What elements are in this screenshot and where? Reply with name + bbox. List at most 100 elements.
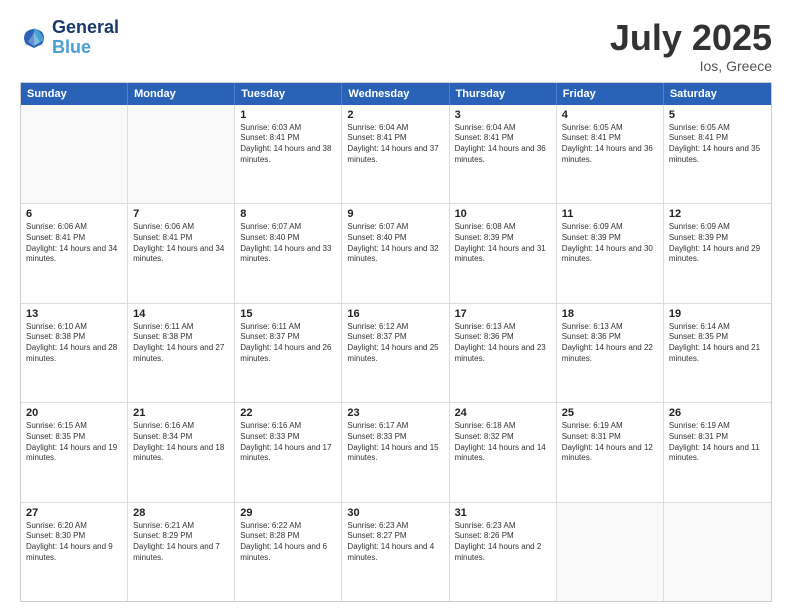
day-7: 7 Sunrise: 6:06 AMSunset: 8:41 PMDaylight… (128, 204, 235, 302)
day-25: 25 Sunrise: 6:19 AMSunset: 8:31 PMDayligh… (557, 403, 664, 501)
day-17: 17Sunrise: 6:13 AMSunset: 8:36 PMDayligh… (450, 304, 557, 402)
day-info-23: Sunrise: 6:17 AMSunset: 8:33 PMDaylight:… (347, 421, 443, 464)
day-26: 26 Sunrise: 6:19 AMSunset: 8:31 PMDayligh… (664, 403, 771, 501)
empty-cell-0-1 (128, 105, 235, 203)
day-number-18: 18 (562, 308, 658, 320)
logo-text: GeneralBlue (52, 18, 119, 58)
page-header: GeneralBlue July 2025 Ios, Greece (20, 18, 772, 74)
day-number-29: 29 (240, 507, 336, 519)
day-18: 18 Sunrise: 6:13 AMSunset: 8:36 PMDayligh… (557, 304, 664, 402)
day-number-17: 17 (455, 308, 551, 320)
day-info-13: Sunrise: 6:10 AMSunset: 8:38 PMDaylight:… (26, 322, 122, 365)
day-info-12: Sunrise: 6:09 AMSunset: 8:39 PMDaylight:… (669, 222, 766, 265)
day-info-22: Sunrise: 6:16 AMSunset: 8:33 PMDaylight:… (240, 421, 336, 464)
day-19: 19 Sunrise: 6:14 AMSunset: 8:35 PMDayligh… (664, 304, 771, 402)
header-thursday: Thursday (450, 83, 557, 105)
week-row-1: 1 Sunrise: 6:03 AMSunset: 8:41 PMDaylight… (21, 105, 771, 204)
day-info-5: Sunrise: 6:05 AMSunset: 8:41 PMDaylight:… (669, 123, 766, 166)
day-number-1: 1 (240, 109, 336, 121)
day-number-12: 12 (669, 208, 766, 220)
day-21: 21 Sunrise: 6:16 AMSunset: 8:34 PMDayligh… (128, 403, 235, 501)
day-number-19: 19 (669, 308, 766, 320)
week-row-4: 20 Sunrise: 6:15 AMSunset: 8:35 PMDayligh… (21, 403, 771, 502)
day-info-1: Sunrise: 6:03 AMSunset: 8:41 PMDaylight:… (240, 123, 336, 166)
day-13: 13 Sunrise: 6:10 AMSunset: 8:38 PMDayligh… (21, 304, 128, 402)
day-16: 16Sunrise: 6:12 AMSunset: 8:37 PMDayligh… (342, 304, 449, 402)
day-info-28: Sunrise: 6:21 AMSunset: 8:29 PMDaylight:… (133, 521, 229, 564)
day-number-9: 9 (347, 208, 443, 220)
day-info-10: Sunrise: 6:08 AMSunset: 8:39 PMDaylight:… (455, 222, 551, 265)
day-info-4: Sunrise: 6:05 AMSunset: 8:41 PMDaylight:… (562, 123, 658, 166)
calendar-header: Sunday Monday Tuesday Wednesday Thursday… (21, 83, 771, 105)
day-number-5: 5 (669, 109, 766, 121)
header-saturday: Saturday (664, 83, 771, 105)
day-number-13: 13 (26, 308, 122, 320)
title-block: July 2025 Ios, Greece (610, 18, 772, 74)
day-11: 11 Sunrise: 6:09 AMSunset: 8:39 PMDayligh… (557, 204, 664, 302)
day-info-7: Sunrise: 6:06 AMSunset: 8:41 PMDaylight:… (133, 222, 229, 265)
day-info-20: Sunrise: 6:15 AMSunset: 8:35 PMDaylight:… (26, 421, 122, 464)
day-info-14: Sunrise: 6:11 AMSunset: 8:38 PMDaylight:… (133, 322, 229, 365)
week-row-3: 13 Sunrise: 6:10 AMSunset: 8:38 PMDayligh… (21, 304, 771, 403)
day-20: 20 Sunrise: 6:15 AMSunset: 8:35 PMDayligh… (21, 403, 128, 501)
day-number-2: 2 (347, 109, 443, 121)
day-4: 4 Sunrise: 6:05 AMSunset: 8:41 PMDaylight… (557, 105, 664, 203)
day-number-22: 22 (240, 407, 336, 419)
day-9: 9 Sunrise: 6:07 AMSunset: 8:40 PMDaylight… (342, 204, 449, 302)
empty-cell-0-0 (21, 105, 128, 203)
month-title: July 2025 (610, 18, 772, 58)
day-number-11: 11 (562, 208, 658, 220)
day-28: 28 Sunrise: 6:21 AMSunset: 8:29 PMDayligh… (128, 503, 235, 601)
day-info-9: Sunrise: 6:07 AMSunset: 8:40 PMDaylight:… (347, 222, 443, 265)
day-number-25: 25 (562, 407, 658, 419)
day-23: 23Sunrise: 6:17 AMSunset: 8:33 PMDayligh… (342, 403, 449, 501)
header-sunday: Sunday (21, 83, 128, 105)
day-info-16: Sunrise: 6:12 AMSunset: 8:37 PMDaylight:… (347, 322, 443, 365)
day-info-15: Sunrise: 6:11 AMSunset: 8:37 PMDaylight:… (240, 322, 336, 365)
day-22: 22 Sunrise: 6:16 AMSunset: 8:33 PMDayligh… (235, 403, 342, 501)
day-12: 12 Sunrise: 6:09 AMSunset: 8:39 PMDayligh… (664, 204, 771, 302)
empty-cell-4-5 (557, 503, 664, 601)
header-tuesday: Tuesday (235, 83, 342, 105)
day-number-28: 28 (133, 507, 229, 519)
logo: GeneralBlue (20, 18, 119, 58)
day-info-19: Sunrise: 6:14 AMSunset: 8:35 PMDaylight:… (669, 322, 766, 365)
day-number-21: 21 (133, 407, 229, 419)
day-info-18: Sunrise: 6:13 AMSunset: 8:36 PMDaylight:… (562, 322, 658, 365)
day-number-3: 3 (455, 109, 551, 121)
day-info-25: Sunrise: 6:19 AMSunset: 8:31 PMDaylight:… (562, 421, 658, 464)
day-number-20: 20 (26, 407, 122, 419)
week-row-5: 27 Sunrise: 6:20 AMSunset: 8:30 PMDayligh… (21, 503, 771, 601)
day-info-29: Sunrise: 6:22 AMSunset: 8:28 PMDaylight:… (240, 521, 336, 564)
day-info-31: Sunrise: 6:23 AMSunset: 8:26 PMDaylight:… (455, 521, 551, 564)
day-1: 1 Sunrise: 6:03 AMSunset: 8:41 PMDaylight… (235, 105, 342, 203)
day-info-8: Sunrise: 6:07 AMSunset: 8:40 PMDaylight:… (240, 222, 336, 265)
day-2: 2 Sunrise: 6:04 AMSunset: 8:41 PMDaylight… (342, 105, 449, 203)
day-info-11: Sunrise: 6:09 AMSunset: 8:39 PMDaylight:… (562, 222, 658, 265)
day-info-30: Sunrise: 6:23 AMSunset: 8:27 PMDaylight:… (347, 521, 443, 564)
day-number-4: 4 (562, 109, 658, 121)
day-30: 30Sunrise: 6:23 AMSunset: 8:27 PMDayligh… (342, 503, 449, 601)
header-friday: Friday (557, 83, 664, 105)
calendar-body: 1 Sunrise: 6:03 AMSunset: 8:41 PMDaylight… (21, 105, 771, 601)
day-number-31: 31 (455, 507, 551, 519)
day-15: 15 Sunrise: 6:11 AMSunset: 8:37 PMDayligh… (235, 304, 342, 402)
week-row-2: 6Sunrise: 6:06 AMSunset: 8:41 PMDaylight… (21, 204, 771, 303)
day-number-27: 27 (26, 507, 122, 519)
day-31: 31 Sunrise: 6:23 AMSunset: 8:26 PMDayligh… (450, 503, 557, 601)
day-14: 14Sunrise: 6:11 AMSunset: 8:38 PMDayligh… (128, 304, 235, 402)
day-info-27: Sunrise: 6:20 AMSunset: 8:30 PMDaylight:… (26, 521, 122, 564)
calendar: Sunday Monday Tuesday Wednesday Thursday… (20, 82, 772, 602)
day-number-26: 26 (669, 407, 766, 419)
day-info-26: Sunrise: 6:19 AMSunset: 8:31 PMDaylight:… (669, 421, 766, 464)
day-6: 6Sunrise: 6:06 AMSunset: 8:41 PMDaylight… (21, 204, 128, 302)
day-info-2: Sunrise: 6:04 AMSunset: 8:41 PMDaylight:… (347, 123, 443, 166)
logo-icon (20, 24, 48, 52)
day-number-8: 8 (240, 208, 336, 220)
day-24: 24Sunrise: 6:18 AMSunset: 8:32 PMDayligh… (450, 403, 557, 501)
day-number-7: 7 (133, 208, 229, 220)
day-info-21: Sunrise: 6:16 AMSunset: 8:34 PMDaylight:… (133, 421, 229, 464)
empty-cell-4-6 (664, 503, 771, 601)
header-monday: Monday (128, 83, 235, 105)
day-number-15: 15 (240, 308, 336, 320)
